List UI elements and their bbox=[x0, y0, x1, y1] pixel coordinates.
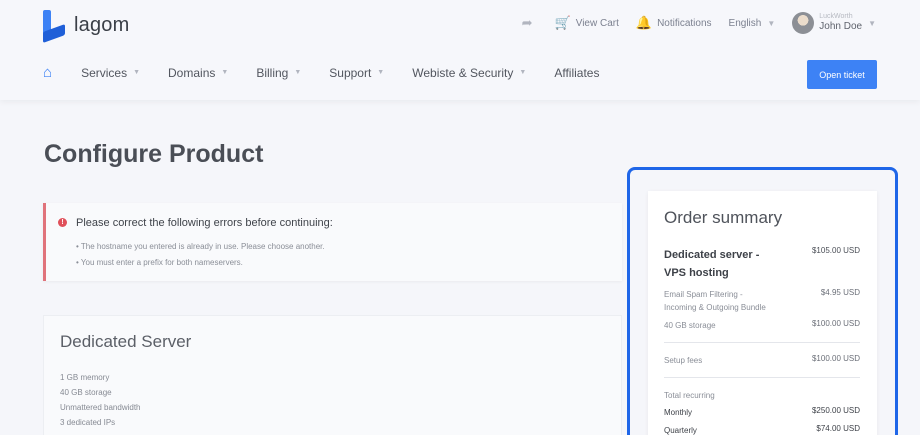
setup-label: Setup fees bbox=[664, 356, 703, 365]
main-nav: ⌂ Services ▼ Domains ▼ Billing ▼ Support ▼ W… bbox=[43, 64, 627, 81]
summary-title: Order summary bbox=[664, 208, 783, 227]
list-item: • The hostname you entered is already in… bbox=[76, 242, 325, 251]
user-company: LuckWorth bbox=[819, 12, 853, 20]
brand-name: lagom bbox=[74, 13, 130, 36]
share-button[interactable]: ➦ bbox=[522, 15, 538, 31]
chevron-down-icon: ▼ bbox=[377, 69, 385, 76]
divider bbox=[664, 342, 860, 343]
feature-list: 1 GB memory 40 GB storage Unmattered ban… bbox=[60, 373, 141, 433]
bell-icon: 🔔 bbox=[635, 15, 653, 30]
summary-product-name-2: VPS hosting bbox=[664, 267, 729, 279]
cart-icon: 🛒 bbox=[554, 15, 571, 30]
nav-label: Services bbox=[81, 65, 128, 80]
setup-price: $100.00 USD bbox=[811, 354, 860, 363]
nav-label: Domains bbox=[168, 65, 216, 80]
chevron-down-icon: ▼ bbox=[767, 18, 776, 28]
list-item: 40 GB storage bbox=[60, 388, 112, 397]
summary-addon-row: Email Spam Filtering - Incoming & Outgoi… bbox=[664, 288, 860, 314]
language-selector[interactable]: English ▼ bbox=[729, 18, 776, 29]
list-item: 1 GB memory bbox=[60, 373, 110, 382]
nav-item-website-security[interactable]: Webiste & Security ▼ bbox=[412, 66, 526, 80]
nav-item-affiliates[interactable]: Affiliates bbox=[554, 66, 599, 80]
brand-logo[interactable]: lagom bbox=[43, 10, 130, 44]
nav-item-support[interactable]: Support ▼ bbox=[329, 66, 384, 80]
nav-label: Webiste & Security bbox=[412, 65, 514, 80]
addon-name: Email Spam Filtering - bbox=[664, 290, 743, 299]
notifications-link[interactable]: 🔔 Notifications bbox=[636, 15, 712, 31]
chevron-down-icon: ▼ bbox=[294, 69, 302, 76]
monthly-label: Monthly bbox=[664, 408, 693, 417]
list-item: Unmattered bandwidth bbox=[60, 403, 141, 412]
share-icon: ➦ bbox=[521, 15, 533, 30]
error-icon: ! bbox=[58, 218, 67, 227]
top-header: lagom ➦ 🛒 View Cart 🔔 Notifications Engl… bbox=[0, 0, 920, 100]
view-cart-link[interactable]: 🛒 View Cart bbox=[555, 15, 619, 31]
monthly-price: $250.00 USD bbox=[811, 406, 860, 415]
addon-name-2: Incoming & Outgoing Bundle bbox=[664, 303, 766, 312]
error-alert: ! Please correct the following errors be… bbox=[43, 203, 622, 281]
nav-item-services[interactable]: Services ▼ bbox=[81, 66, 140, 80]
avatar bbox=[792, 12, 815, 34]
summary-monthly-row: Monthly $250.00 USD bbox=[664, 406, 860, 419]
list-item: • You must enter a prefix for both names… bbox=[76, 258, 243, 267]
home-icon[interactable]: ⌂ bbox=[43, 64, 52, 81]
language-label: English bbox=[728, 17, 762, 29]
product-card: Dedicated Server 1 GB memory 40 GB stora… bbox=[43, 315, 622, 435]
nav-label: Affiliates bbox=[554, 65, 600, 80]
addon-price: $100.00 USD bbox=[811, 319, 860, 328]
chevron-down-icon: ▼ bbox=[221, 69, 229, 76]
summary-product-name: Dedicated server - bbox=[664, 249, 760, 261]
summary-product-row: Dedicated server - VPS hosting $105.00 U… bbox=[664, 246, 860, 282]
list-item: 3 dedicated IPs bbox=[60, 418, 116, 427]
quarterly-price: $74.00 USD bbox=[816, 424, 860, 433]
divider bbox=[664, 377, 860, 378]
summary-setup-row: Setup fees $100.00 USD bbox=[664, 354, 860, 367]
order-summary: Order summary Dedicated server - VPS hos… bbox=[648, 191, 877, 435]
page-title: Configure Product bbox=[44, 140, 264, 168]
utility-bar: ➦ 🛒 View Cart 🔔 Notifications English ▼ … bbox=[505, 12, 876, 34]
open-ticket-button[interactable]: Open ticket bbox=[807, 60, 877, 89]
summary-recurring-row: Total recurring bbox=[664, 389, 860, 402]
notifications-label: Notifications bbox=[657, 17, 712, 29]
recurring-label: Total recurring bbox=[664, 391, 715, 400]
nav-item-billing[interactable]: Billing ▼ bbox=[256, 66, 301, 80]
error-list: • The hostname you entered is already in… bbox=[76, 242, 325, 274]
addon-price: $4.95 USD bbox=[820, 288, 860, 297]
summary-product-price: $105.00 USD bbox=[811, 246, 860, 255]
nav-label: Billing bbox=[256, 65, 289, 80]
summary-quarterly-row: Quarterly $74.00 USD bbox=[664, 424, 860, 435]
nav-label: Support bbox=[329, 65, 372, 80]
addon-name: 40 GB storage bbox=[664, 321, 716, 330]
user-menu[interactable]: LuckWorth John Doe ▼ bbox=[792, 12, 876, 34]
chevron-down-icon: ▼ bbox=[868, 18, 876, 28]
chevron-down-icon: ▼ bbox=[519, 69, 527, 76]
view-cart-label: View Cart bbox=[575, 17, 619, 29]
logo-icon bbox=[43, 10, 65, 44]
quarterly-label: Quarterly bbox=[664, 426, 697, 435]
alert-heading: Please correct the following errors befo… bbox=[76, 217, 333, 229]
summary-addon-row: 40 GB storage $100.00 USD bbox=[664, 319, 860, 332]
chevron-down-icon: ▼ bbox=[133, 69, 141, 76]
product-name: Dedicated Server bbox=[60, 332, 192, 351]
nav-item-domains[interactable]: Domains ▼ bbox=[168, 66, 228, 80]
user-name: John Doe bbox=[819, 21, 863, 33]
